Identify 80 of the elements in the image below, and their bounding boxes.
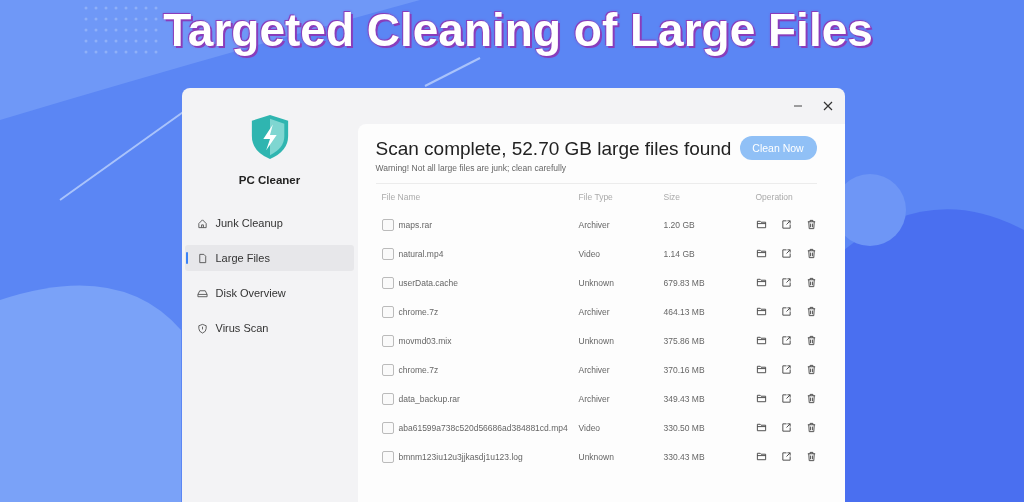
folder-icon[interactable]	[755, 277, 767, 288]
file-size: 370.16 MB	[663, 364, 706, 375]
external-link-icon[interactable]	[780, 422, 792, 433]
file-name: movmd03.mix	[398, 335, 452, 346]
trash-icon[interactable]	[805, 306, 817, 317]
column-header: File Type	[578, 192, 614, 202]
warning-text: Warning! Not all large files are junk; clean carefully	[375, 163, 568, 173]
checkbox[interactable]	[381, 247, 394, 260]
external-link-icon[interactable]	[780, 277, 792, 288]
nav-item[interactable]: Disk Overview	[184, 280, 354, 306]
file-name: natural.mp4	[398, 248, 444, 259]
trash-icon[interactable]	[805, 335, 817, 346]
file-size: 330.43 MB	[663, 451, 706, 462]
file-name: aba61599a738c520d56686ad384881cd.mp4	[398, 422, 568, 433]
checkbox[interactable]	[381, 334, 394, 347]
file-name: bmnm123iu12u3jjkasdj1u123.log	[398, 451, 523, 462]
external-link-icon[interactable]	[780, 393, 792, 404]
column-header: Size	[663, 192, 682, 202]
file-name: maps.rar	[398, 219, 433, 230]
trash-icon[interactable]	[805, 277, 817, 288]
file-size: 679.83 MB	[663, 277, 706, 288]
checkbox[interactable]	[381, 421, 394, 434]
external-link-icon[interactable]	[780, 306, 792, 317]
trash-icon[interactable]	[805, 393, 817, 404]
file-size: 1.14 GB	[663, 248, 696, 259]
file-type: Video	[578, 422, 602, 433]
trash-icon[interactable]	[805, 451, 817, 462]
external-link-icon[interactable]	[780, 219, 792, 230]
scan-result-title: Scan complete, 52.70 GB large files found	[375, 138, 732, 160]
file-size: 330.50 MB	[663, 422, 706, 433]
trash-icon[interactable]	[805, 219, 817, 230]
folder-icon[interactable]	[755, 335, 767, 346]
line-decoration	[424, 57, 481, 87]
nav-item[interactable]: Large Files	[184, 245, 354, 271]
external-link-icon[interactable]	[780, 248, 792, 259]
file-name: userData.cache	[398, 277, 459, 288]
checkbox[interactable]	[381, 450, 394, 463]
nav-item[interactable]: Junk Cleanup	[184, 210, 354, 236]
file-name: data_backup.rar	[398, 393, 460, 404]
checkbox[interactable]	[381, 218, 394, 231]
external-link-icon[interactable]	[780, 451, 792, 462]
checkbox[interactable]	[381, 305, 394, 318]
checkbox[interactable]	[381, 363, 394, 376]
file-type: Unknown	[578, 451, 615, 462]
file-type: Archiver	[578, 219, 611, 230]
folder-icon[interactable]	[755, 422, 767, 433]
file-type: Unknown	[578, 277, 615, 288]
home-icon	[196, 217, 208, 229]
close-icon[interactable]	[822, 101, 833, 111]
app-name: PC Cleaner	[238, 174, 301, 186]
checkbox[interactable]	[381, 392, 394, 405]
trash-icon[interactable]	[805, 364, 817, 375]
folder-icon[interactable]	[755, 219, 767, 230]
external-link-icon[interactable]	[780, 335, 792, 346]
file-size: 349.43 MB	[663, 393, 706, 404]
file-type: Archiver	[578, 306, 611, 317]
file-size: 1.20 GB	[663, 219, 696, 230]
column-header: File Name	[381, 192, 422, 202]
file-type: Video	[578, 248, 602, 259]
folder-icon[interactable]	[755, 393, 767, 404]
document-icon	[196, 252, 208, 264]
shield-icon	[196, 322, 208, 334]
file-size: 375.86 MB	[663, 335, 706, 346]
external-link-icon[interactable]	[780, 364, 792, 375]
file-size: 464.13 MB	[663, 306, 706, 317]
file-type: Archiver	[578, 393, 611, 404]
file-name: chrome.7z	[398, 364, 439, 375]
folder-icon[interactable]	[755, 364, 767, 375]
file-type: Archiver	[578, 364, 611, 375]
trash-icon[interactable]	[805, 248, 817, 259]
headline: Targeted Cleaning of Large Files	[163, 3, 873, 58]
folder-icon[interactable]	[755, 306, 767, 317]
folder-icon[interactable]	[755, 248, 767, 259]
checkbox[interactable]	[381, 276, 394, 289]
file-type: Unknown	[578, 335, 615, 346]
folder-icon[interactable]	[755, 451, 767, 462]
column-header: Operation	[755, 192, 793, 202]
nav-item[interactable]: Virus Scan	[184, 315, 354, 341]
file-name: chrome.7z	[398, 306, 439, 317]
trash-icon[interactable]	[805, 422, 817, 433]
